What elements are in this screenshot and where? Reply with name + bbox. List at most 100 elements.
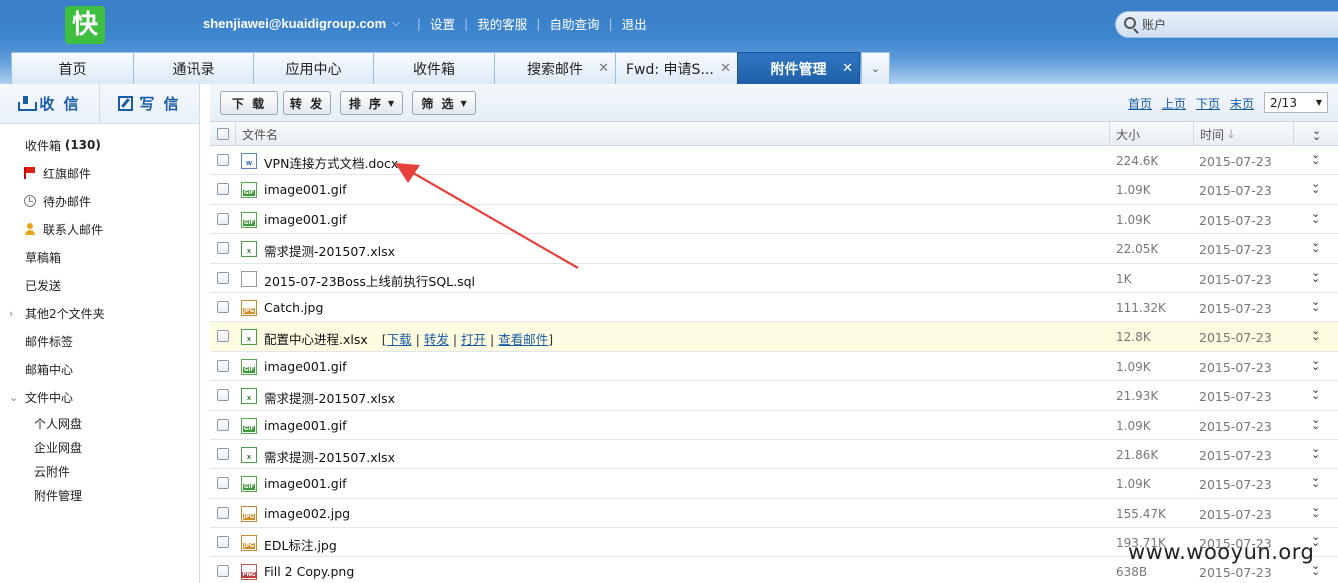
row-open-link[interactable]: 打开: [461, 332, 486, 347]
sidebar-item-todo[interactable]: 待办邮件: [0, 187, 199, 215]
sidebar-item-file-center[interactable]: ⌄ 文件中心: [0, 383, 199, 411]
file-name[interactable]: 2015-07-23Boss上线前执行SQL.sql: [264, 274, 475, 289]
close-icon[interactable]: ✕: [842, 61, 853, 76]
close-icon[interactable]: ✕: [598, 61, 609, 76]
file-name[interactable]: 需求提测-201507.xlsx: [264, 391, 395, 406]
chevron-down-icon[interactable]: ⌵: [392, 18, 400, 29]
double-chevron-down-icon[interactable]: ⌄ ⌄: [1311, 560, 1320, 577]
row-view-mail-link[interactable]: 查看邮件: [498, 332, 548, 347]
file-name[interactable]: Fill 2 Copy.png: [264, 564, 354, 579]
double-chevron-down-icon[interactable]: ⌄ ⌄: [1311, 267, 1320, 284]
column-header-time[interactable]: 时间 ↓: [1193, 122, 1293, 146]
customer-service-link[interactable]: 我的客服: [477, 14, 527, 33]
user-email[interactable]: shenjiawei@kuaidigroup.com: [203, 16, 386, 31]
double-chevron-down-icon[interactable]: ⌄ ⌄: [1311, 237, 1320, 254]
file-name[interactable]: image001.gif: [264, 476, 347, 491]
double-chevron-down-icon[interactable]: ⌄ ⌄: [1311, 472, 1320, 489]
settings-link[interactable]: 设置: [430, 14, 455, 33]
close-icon[interactable]: ✕: [720, 61, 731, 76]
row-checkbox[interactable]: [217, 271, 229, 284]
row-forward-link[interactable]: 转发: [424, 332, 449, 347]
row-checkbox[interactable]: [217, 536, 229, 549]
sidebar-item-enterprise-drive[interactable]: 企业网盘: [0, 435, 199, 459]
table-row[interactable]: 2015-07-23Boss上线前执行SQL.sql 1K 2015-07-23 ⌄ ⌄: [210, 264, 1338, 293]
tab-fwd-mail[interactable]: Fwd: 申请S... ✕: [615, 52, 738, 84]
receive-mail-button[interactable]: 收 信: [0, 84, 99, 123]
write-mail-button[interactable]: 写 信: [99, 84, 199, 123]
row-checkbox[interactable]: [217, 300, 229, 313]
page-select[interactable]: 2/13 ▼: [1264, 92, 1328, 113]
file-name[interactable]: image002.jpg: [264, 506, 350, 521]
tab-home[interactable]: 首页: [11, 52, 134, 84]
row-checkbox[interactable]: [217, 565, 229, 578]
table-row[interactable]: GIF image001.gif 1.09K 2015-07-23 ⌄ ⌄: [210, 352, 1338, 382]
table-row[interactable]: JPG image002.jpg 155.47K 2015-07-23 ⌄ ⌄: [210, 499, 1338, 529]
table-row[interactable]: W VPN连接方式文档.docx 224.6K 2015-07-23 ⌄ ⌄: [210, 146, 1338, 176]
double-chevron-down-icon[interactable]: ⌄ ⌄: [1311, 384, 1320, 401]
column-header-name[interactable]: 文件名: [235, 122, 278, 146]
download-button[interactable]: 下 载: [220, 91, 278, 115]
table-row[interactable]: GIF image001.gif 1.09K 2015-07-23 ⌄ ⌄: [210, 411, 1338, 440]
table-row[interactable]: GIF image001.gif 1.09K 2015-07-23 ⌄ ⌄: [210, 175, 1338, 205]
column-options-button[interactable]: ⌄ ⌄: [1293, 122, 1338, 146]
self-service-link[interactable]: 自助查询: [549, 14, 599, 33]
table-row[interactable]: X 需求提测-201507.xlsx 22.05K 2015-07-23 ⌄ ⌄: [210, 234, 1338, 264]
row-checkbox[interactable]: [217, 154, 229, 166]
file-name[interactable]: 配置中心进程.xlsx: [264, 332, 368, 347]
double-chevron-down-icon[interactable]: ⌄ ⌄: [1311, 414, 1320, 431]
file-name[interactable]: 需求提测-201507.xlsx: [264, 450, 395, 465]
search-input[interactable]: [1142, 16, 1322, 34]
double-chevron-down-icon[interactable]: ⌄ ⌄: [1311, 208, 1320, 225]
sidebar-item-flagged[interactable]: 红旗邮件: [0, 159, 199, 187]
file-name[interactable]: image001.gif: [264, 212, 347, 227]
chevron-down-icon[interactable]: ⌄: [9, 391, 18, 404]
tab-contacts[interactable]: 通讯录: [133, 52, 254, 84]
row-checkbox[interactable]: [217, 212, 229, 225]
sidebar-item-mailbox-center[interactable]: 邮箱中心: [0, 355, 199, 383]
sidebar-item-contact-mail[interactable]: 联系人邮件: [0, 215, 199, 243]
tab-attachment-manager[interactable]: 附件管理 ✕: [737, 52, 860, 84]
file-name[interactable]: image001.gif: [264, 359, 347, 374]
tab-search-mail[interactable]: 搜索邮件 ✕: [494, 52, 616, 84]
double-chevron-down-icon[interactable]: ⌄ ⌄: [1311, 325, 1320, 342]
app-logo[interactable]: 快: [65, 6, 105, 44]
sidebar-item-mail-tags[interactable]: 邮件标签: [0, 327, 199, 355]
table-row[interactable]: GIF image001.gif 1.09K 2015-07-23 ⌄ ⌄: [210, 205, 1338, 235]
table-row[interactable]: X 需求提测-201507.xlsx 21.93K 2015-07-23 ⌄ ⌄: [210, 381, 1338, 411]
next-page-link[interactable]: 下页: [1196, 95, 1220, 112]
search-box[interactable]: [1115, 11, 1338, 38]
row-checkbox[interactable]: [217, 183, 229, 196]
row-checkbox[interactable]: [217, 389, 229, 402]
double-chevron-down-icon[interactable]: ⌄ ⌄: [1311, 443, 1320, 460]
row-checkbox[interactable]: [217, 359, 229, 372]
double-chevron-down-icon[interactable]: ⌄ ⌄: [1311, 149, 1320, 166]
prev-page-link[interactable]: 上页: [1162, 95, 1186, 112]
double-chevron-down-icon[interactable]: ⌄ ⌄: [1311, 355, 1320, 372]
file-name[interactable]: EDL标注.jpg: [264, 538, 337, 553]
file-name[interactable]: image001.gif: [264, 418, 347, 433]
sidebar-item-attachment-manager[interactable]: 附件管理: [0, 483, 199, 507]
forward-button[interactable]: 转 发: [283, 91, 331, 115]
chevron-right-icon[interactable]: ›: [9, 307, 13, 320]
double-chevron-down-icon[interactable]: ⌄ ⌄: [1311, 178, 1320, 195]
last-page-link[interactable]: 末页: [1230, 95, 1254, 112]
file-name[interactable]: image001.gif: [264, 182, 347, 197]
table-row[interactable]: GIF image001.gif 1.09K 2015-07-23 ⌄ ⌄: [210, 469, 1338, 499]
table-row[interactable]: X 需求提测-201507.xlsx 21.86K 2015-07-23 ⌄ ⌄: [210, 440, 1338, 470]
table-row[interactable]: X 配置中心进程.xlsx [下载 | 转发 | 打开 | 查看邮件] 12.8K 20…: [210, 322, 1338, 352]
table-row[interactable]: JPG Catch.jpg 111.32K 2015-07-23 ⌄ ⌄: [210, 293, 1338, 323]
sidebar-item-sent[interactable]: 已发送: [0, 271, 199, 299]
row-checkbox[interactable]: [217, 477, 229, 490]
sidebar-item-inbox[interactable]: 收件箱 (130): [0, 131, 199, 159]
double-chevron-down-icon[interactable]: ⌄ ⌄: [1311, 296, 1320, 313]
filter-button[interactable]: 筛 选 ▼: [412, 91, 476, 115]
row-download-link[interactable]: 下载: [387, 332, 412, 347]
row-checkbox[interactable]: [217, 330, 229, 343]
row-checkbox[interactable]: [217, 418, 229, 431]
logout-link[interactable]: 退出: [622, 14, 647, 33]
sidebar-item-drafts[interactable]: 草稿箱: [0, 243, 199, 271]
tab-app-center[interactable]: 应用中心: [253, 52, 374, 84]
sidebar-item-other-folders[interactable]: › 其他2个文件夹: [0, 299, 199, 327]
select-all-checkbox[interactable]: [217, 122, 229, 146]
column-header-size[interactable]: 大小: [1109, 122, 1193, 146]
